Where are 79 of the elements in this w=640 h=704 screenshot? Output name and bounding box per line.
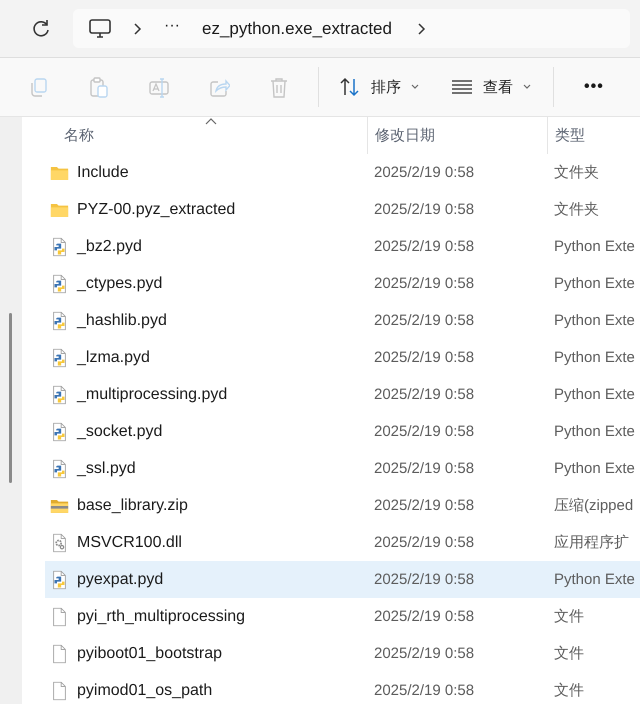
chevron-icon[interactable] xyxy=(132,22,142,36)
scrollbar[interactable] xyxy=(9,313,12,483)
sort-icon xyxy=(339,77,361,97)
modified-date: 2025/2/19 0:58 xyxy=(373,571,476,588)
file-name: MSVCR100.dll xyxy=(77,534,182,552)
modified-date: 2025/2/19 0:58 xyxy=(373,386,476,403)
file-type: 文件 xyxy=(553,681,585,700)
file-row[interactable]: _ctypes.pyd 2025/2/19 0:58 Python Exte xyxy=(45,265,640,302)
file-row[interactable]: pyiboot01_bootstrap 2025/2/19 0:58 文件 xyxy=(45,635,640,672)
file-name: _ssl.pyd xyxy=(77,460,136,478)
chevron-down-icon xyxy=(411,84,419,90)
computer-icon[interactable] xyxy=(89,18,111,38)
file-row[interactable]: pyi_rth_multiprocessing 2025/2/19 0:58 文件 xyxy=(45,598,640,635)
file-name: pyiboot01_bootstrap xyxy=(77,644,222,662)
file-name: PYZ-00.pyz_extracted xyxy=(77,200,236,218)
file-row[interactable]: _ssl.pyd 2025/2/19 0:58 Python Exte xyxy=(45,450,640,487)
file-row[interactable]: _lzma.pyd 2025/2/19 0:58 Python Exte xyxy=(45,339,640,376)
column-header[interactable]: 名称 xyxy=(22,117,367,154)
file-row[interactable]: MSVCR100.dll 2025/2/19 0:58 应用程序扩 xyxy=(45,524,640,561)
file-type: 压缩(zipped xyxy=(553,496,634,515)
chevron-icon[interactable] xyxy=(416,22,426,36)
modified-date: 2025/2/19 0:58 xyxy=(373,349,476,366)
file-name: base_library.zip xyxy=(77,496,188,514)
file-type: Python Exte xyxy=(553,423,636,440)
modified-date: 2025/2/19 0:58 xyxy=(373,460,476,477)
modified-date: 2025/2/19 0:58 xyxy=(373,682,476,699)
file-name: pyi_rth_multiprocessing xyxy=(77,608,246,626)
paste-icon xyxy=(88,76,110,98)
modified-date: 2025/2/19 0:58 xyxy=(373,275,476,292)
address-bar[interactable]: ··· ez_python.exe_extracted xyxy=(73,9,630,48)
file-row[interactable]: _socket.pyd 2025/2/19 0:58 Python Exte xyxy=(45,413,640,450)
file-name: pyimod01_os_path xyxy=(77,682,212,700)
file-type: Python Exte xyxy=(553,386,636,403)
modified-date: 2025/2/19 0:58 xyxy=(373,423,476,440)
delete-icon xyxy=(268,76,290,98)
column-header[interactable]: 类型 xyxy=(547,117,640,154)
file-row[interactable]: pyexpat.pyd 2025/2/19 0:58 Python Exte xyxy=(45,561,640,598)
file-type: 文件夹 xyxy=(553,200,600,219)
file-type: Python Exte xyxy=(553,571,636,588)
sort-menu-button[interactable]: 排序 xyxy=(329,71,429,103)
file-row[interactable]: Include 2025/2/19 0:58 文件夹 xyxy=(45,154,640,191)
modified-date: 2025/2/19 0:58 xyxy=(373,645,476,662)
file-name: _multiprocessing.pyd xyxy=(77,386,228,404)
more-options-button[interactable]: ••• xyxy=(576,72,612,102)
file-type: Python Exte xyxy=(553,460,636,477)
folder-path[interactable]: ez_python.exe_extracted xyxy=(202,18,392,38)
file-name: _bz2.pyd xyxy=(77,238,142,256)
chevron-down-icon xyxy=(523,84,531,90)
file-name: pyexpat.pyd xyxy=(77,570,164,588)
file-name: Include xyxy=(77,164,129,182)
file-row[interactable]: _hashlib.pyd 2025/2/19 0:58 Python Exte xyxy=(45,302,640,339)
file-row[interactable]: _bz2.pyd 2025/2/19 0:58 Python Exte xyxy=(45,228,640,265)
modified-date: 2025/2/19 0:58 xyxy=(373,238,476,255)
file-type: Python Exte xyxy=(553,275,636,292)
file-row[interactable]: base_library.zip 2025/2/19 0:58 压缩(zipped xyxy=(45,487,640,524)
file-type: 应用程序扩 xyxy=(553,533,630,552)
modified-date: 2025/2/19 0:58 xyxy=(373,164,476,181)
file-name: _hashlib.pyd xyxy=(77,312,167,330)
file-name: _ctypes.pyd xyxy=(77,274,162,292)
modified-date: 2025/2/19 0:58 xyxy=(373,312,476,329)
modified-date: 2025/2/19 0:58 xyxy=(373,608,476,625)
view-menu-button[interactable]: 查看 xyxy=(441,71,541,103)
modified-date: 2025/2/19 0:58 xyxy=(373,201,476,218)
file-row[interactable]: PYZ-00.pyz_extracted 2025/2/19 0:58 文件夹 xyxy=(45,191,640,228)
file-type: 文件 xyxy=(553,607,585,626)
column-header[interactable]: 修改日期 xyxy=(367,117,547,154)
modified-date: 2025/2/19 0:58 xyxy=(373,534,476,551)
file-type: Python Exte xyxy=(553,238,636,255)
file-type: 文件夹 xyxy=(553,163,600,182)
file-name: _socket.pyd xyxy=(77,422,162,440)
modified-date: 2025/2/19 0:58 xyxy=(373,497,476,514)
file-type: 文件 xyxy=(553,644,585,663)
file-type: Python Exte xyxy=(553,349,636,366)
file-row[interactable]: pyimod01_os_path 2025/2/19 0:58 文件 xyxy=(45,672,640,704)
file-type: Python Exte xyxy=(553,312,636,329)
rename-icon xyxy=(148,76,170,98)
file-name: _lzma.pyd xyxy=(77,348,150,366)
file-row[interactable]: _multiprocessing.pyd 2025/2/19 0:58 Python Exte xyxy=(45,376,640,413)
hidden-folders-button[interactable]: ··· xyxy=(164,16,180,40)
